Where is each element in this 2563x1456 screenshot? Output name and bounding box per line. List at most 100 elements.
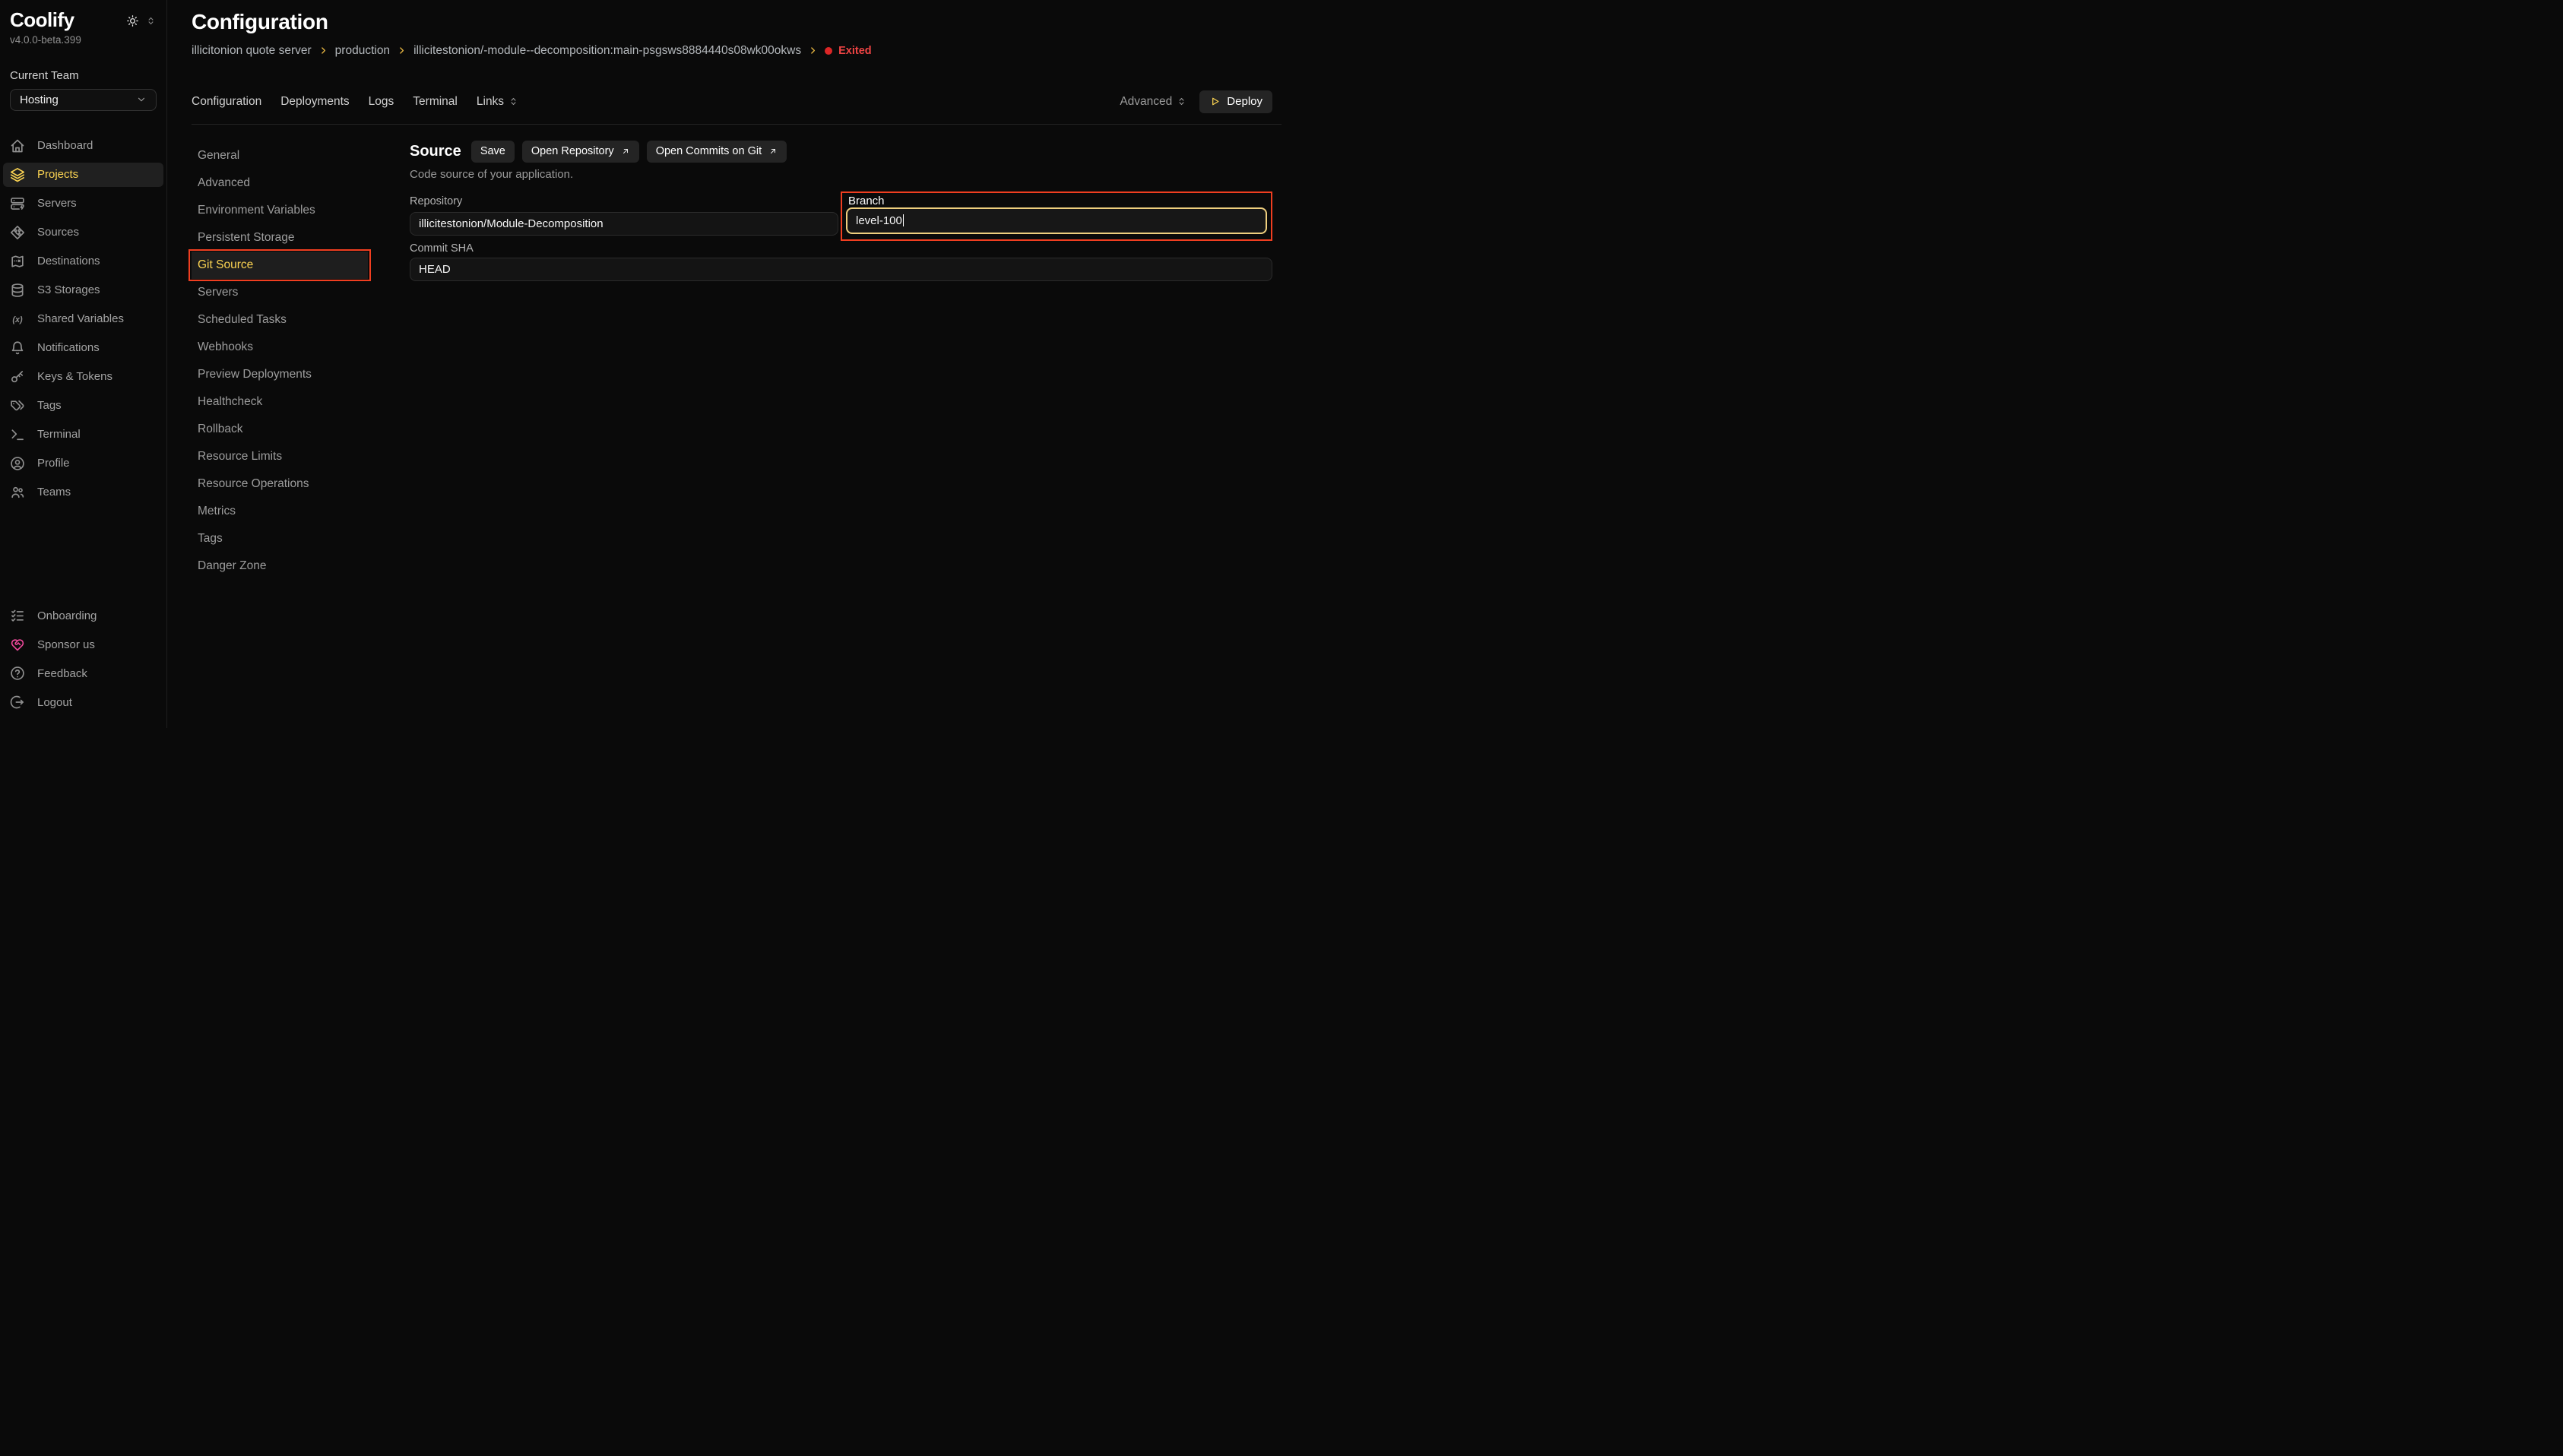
source-panel: Source Save Open Repository Open Commits… — [410, 141, 1272, 728]
sidebar: Coolify v4.0.0-beta.399 Current Team Hos… — [0, 0, 167, 728]
tab-links[interactable]: Links — [477, 95, 518, 109]
subnav-item-healthcheck[interactable]: Healthcheck — [192, 388, 368, 416]
subnav-item-general[interactable]: General — [192, 142, 368, 169]
subnav-item-environment-variables[interactable]: Environment Variables — [192, 197, 368, 224]
sidebar-item-destinations[interactable]: Destinations — [3, 249, 163, 274]
sidebar-item-label: Keys & Tokens — [37, 370, 112, 383]
subnav-item-label: Danger Zone — [198, 559, 266, 573]
team-select[interactable]: Hosting — [10, 89, 157, 111]
sidebar-item-sources[interactable]: Sources — [3, 220, 163, 245]
subnav-item-label: Environment Variables — [198, 204, 315, 217]
subnav-item-scheduled-tasks[interactable]: Scheduled Tasks — [192, 306, 368, 334]
sidebar-footer-item-label: Logout — [37, 696, 72, 709]
breadcrumb-project[interactable]: illicitonion quote server — [192, 44, 312, 58]
subnav-item-label: Metrics — [198, 505, 236, 518]
sidebar-item-servers[interactable]: Servers — [3, 191, 163, 216]
subnav-item-metrics[interactable]: Metrics — [192, 498, 368, 525]
open-commits-button[interactable]: Open Commits on Git — [647, 141, 787, 163]
sidebar-item-teams[interactable]: Teams — [3, 480, 163, 505]
theme-unfold-icon[interactable] — [146, 16, 156, 26]
subnav-item-label: Resource Operations — [198, 477, 309, 491]
sidebar-footer-item-onboarding[interactable]: Onboarding — [3, 603, 163, 628]
subnav-item-danger-zone[interactable]: Danger Zone — [192, 552, 368, 580]
chevron-down-icon — [136, 94, 147, 105]
branch-label: Branch — [848, 195, 1267, 207]
sidebar-item-label: Dashboard — [37, 139, 93, 152]
current-team-label: Current Team — [0, 69, 166, 82]
home-icon — [10, 138, 25, 154]
variables-icon — [10, 312, 25, 327]
arrow-upright-icon — [768, 147, 778, 156]
subnav-item-resource-limits[interactable]: Resource Limits — [192, 443, 368, 470]
tags-icon — [10, 398, 25, 413]
repository-label: Repository — [410, 195, 838, 208]
sidebar-footer-item-logout[interactable]: Logout — [3, 690, 163, 714]
git-source-icon — [10, 225, 25, 240]
sidebar-item-label: Profile — [37, 457, 70, 470]
tab-label: Terminal — [413, 95, 458, 109]
subnav-item-webhooks[interactable]: Webhooks — [192, 334, 368, 361]
app-window: Coolify v4.0.0-beta.399 Current Team Hos… — [0, 0, 1282, 728]
deploy-button[interactable]: Deploy — [1199, 90, 1272, 113]
teams-icon — [10, 485, 25, 500]
layers-icon — [10, 167, 25, 182]
branch-input[interactable]: level-100 — [846, 207, 1267, 234]
sidebar-item-shared-variables[interactable]: Shared Variables — [3, 307, 163, 331]
bell-icon — [10, 340, 25, 356]
terminal-icon — [10, 427, 25, 442]
sidebar-item-projects[interactable]: Projects — [3, 163, 163, 187]
version-label: v4.0.0-beta.399 — [0, 34, 166, 46]
sidebar-footer-item-feedback[interactable]: Feedback — [3, 661, 163, 685]
subnav-item-label: Servers — [198, 286, 238, 299]
subnav-item-advanced[interactable]: Advanced — [192, 169, 368, 197]
sidebar-item-keys-tokens[interactable]: Keys & Tokens — [3, 365, 163, 389]
sidebar-item-notifications[interactable]: Notifications — [3, 336, 163, 360]
commit-sha-input[interactable]: HEAD — [410, 258, 1272, 281]
status-dot — [825, 47, 832, 55]
heart-handshake-icon — [10, 637, 25, 652]
page-title: Configuration — [192, 11, 1272, 34]
breadcrumb: illicitonion quote server production ill… — [192, 44, 1272, 58]
repository-input[interactable]: illicitestonion/Module-Decomposition — [410, 212, 838, 236]
key-icon — [10, 369, 25, 385]
sidebar-item-label: Sources — [37, 226, 79, 239]
tab-label: Logs — [369, 95, 394, 109]
save-button[interactable]: Save — [471, 141, 515, 163]
branch-annotation-box: Branch level-100 — [841, 191, 1272, 241]
checklist-icon — [10, 608, 25, 623]
sidebar-item-profile[interactable]: Profile — [3, 451, 163, 476]
source-heading: Source — [410, 143, 461, 160]
unfold-icon — [508, 97, 518, 106]
breadcrumb-application[interactable]: illicitestonion/-module--decomposition:m… — [413, 44, 801, 58]
sidebar-nav: Dashboard Projects Servers Sources — [0, 134, 166, 509]
advanced-dropdown[interactable]: Advanced — [1120, 95, 1186, 109]
sidebar-item-label: S3 Storages — [37, 283, 100, 296]
subnav-item-label: General — [198, 149, 239, 163]
subnav-item-resource-operations[interactable]: Resource Operations — [192, 470, 368, 498]
sidebar-footer-item-sponsor-us[interactable]: Sponsor us — [3, 632, 163, 657]
tab-terminal[interactable]: Terminal — [413, 95, 458, 109]
subnav-item-label: Advanced — [198, 176, 250, 190]
help-circle-icon — [10, 666, 25, 681]
sidebar-item-tags[interactable]: Tags — [3, 394, 163, 418]
unfold-icon — [1177, 97, 1186, 106]
subnav-item-rollback[interactable]: Rollback — [192, 416, 368, 443]
sidebar-item-label: Shared Variables — [37, 312, 124, 325]
tab-logs[interactable]: Logs — [369, 95, 394, 109]
tab-configuration[interactable]: Configuration — [192, 95, 261, 109]
breadcrumb-environment[interactable]: production — [335, 44, 390, 58]
sidebar-item-s3-storages[interactable]: S3 Storages — [3, 278, 163, 302]
subnav-item-tags[interactable]: Tags — [192, 525, 368, 552]
subnav-item-servers[interactable]: Servers — [192, 279, 368, 306]
subnav-item-git-source[interactable]: Git Source — [192, 252, 368, 279]
subnav-item-persistent-storage[interactable]: Persistent Storage — [192, 224, 368, 252]
sun-icon[interactable] — [126, 14, 139, 27]
open-repository-button[interactable]: Open Repository — [522, 141, 639, 163]
tab-label: Links — [477, 95, 504, 109]
sidebar-item-dashboard[interactable]: Dashboard — [3, 134, 163, 158]
sidebar-item-terminal[interactable]: Terminal — [3, 423, 163, 447]
tab-deployments[interactable]: Deployments — [280, 95, 349, 109]
subnav-item-preview-deployments[interactable]: Preview Deployments — [192, 361, 368, 388]
team-select-value: Hosting — [20, 93, 59, 106]
main-area: Configuration illicitonion quote server … — [167, 0, 1282, 728]
